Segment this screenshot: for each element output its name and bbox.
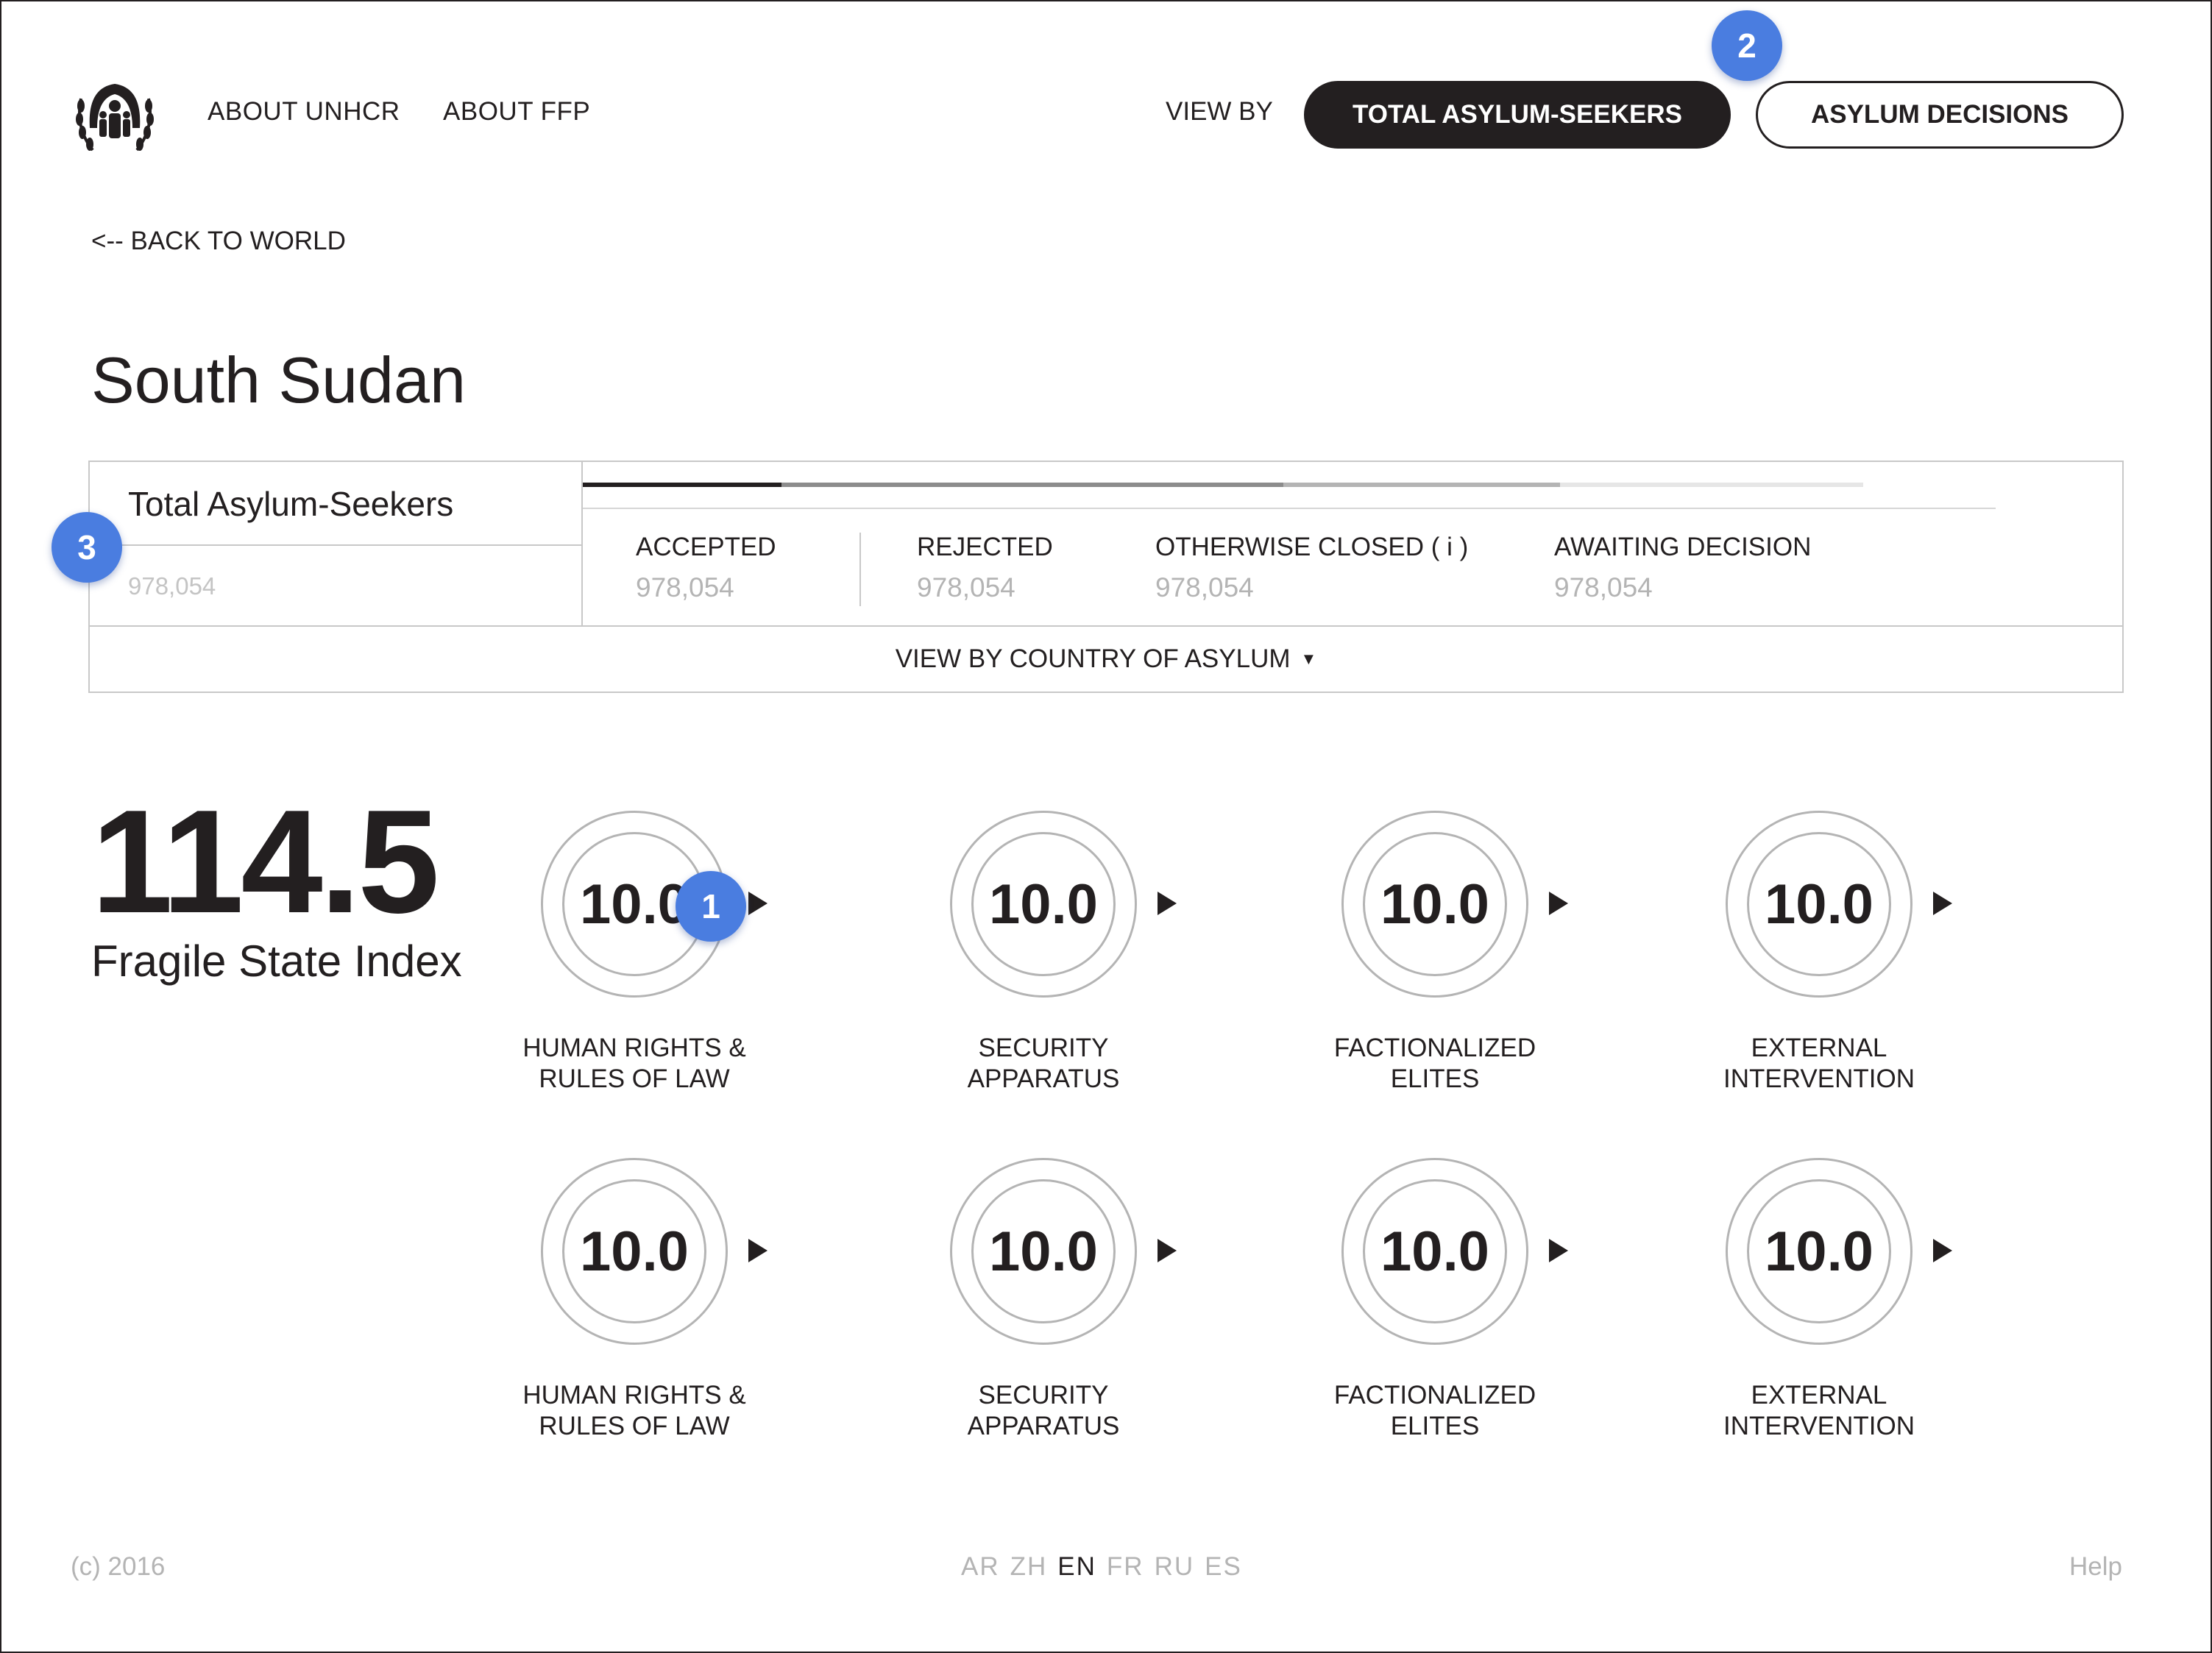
indicator-ring: 10.0 <box>541 1158 728 1345</box>
indicator-score: 10.0 <box>1747 1179 1891 1323</box>
stat-value: 978,054 <box>917 572 1015 602</box>
play-arrow-icon[interactable] <box>1549 892 1568 915</box>
play-arrow-icon[interactable] <box>1158 892 1177 915</box>
indicator-label: HUMAN RIGHTS & RULES OF LAW <box>522 1034 746 1093</box>
language-option-es[interactable]: ES <box>1205 1552 1242 1581</box>
stat-accepted: ACCEPTED 978,054 <box>636 533 776 603</box>
language-option-zh[interactable]: ZH <box>1010 1552 1048 1581</box>
indicator-label: FACTIONALIZED ELITES <box>1333 1381 1536 1440</box>
nav-about-unhcr[interactable]: ABOUT UNHCR <box>208 97 400 127</box>
indicator-score: 10.0 <box>1363 1179 1507 1323</box>
asylum-total-value: 978,054 <box>128 572 216 600</box>
indicator-ring: 10.0 <box>1341 1158 1528 1345</box>
language-option-en[interactable]: EN <box>1057 1552 1096 1581</box>
fsi-label: Fragile State Index <box>91 936 462 986</box>
step-marker-2: 2 <box>1712 10 1782 81</box>
indicator-label: SECURITY APPARATUS <box>967 1381 1120 1440</box>
indicator-label: SECURITY APPARATUS <box>967 1034 1120 1093</box>
stat-label: OTHERWISE CLOSED ( i ) <box>1155 533 1469 561</box>
indicator-label: HUMAN RIGHTS & RULES OF LAW <box>522 1381 746 1440</box>
step-marker-1: 1 <box>676 871 746 942</box>
indicator-ring: 10.0 <box>950 1158 1137 1345</box>
indicator-score: 10.0 <box>971 832 1116 976</box>
otherwise-closed-bar-segment <box>1283 483 1560 487</box>
indicator-label: FACTIONALIZED ELITES <box>1333 1034 1536 1093</box>
view-by-label: VIEW BY <box>1166 97 1273 126</box>
asylum-total-box: Total Asylum-Seekers 978,054 <box>90 462 583 625</box>
unhcr-logo-icon[interactable] <box>71 77 159 157</box>
fsi-indicator[interactable]: 10.0 HUMAN RIGHTS & RULES OF LAW <box>480 1158 789 1504</box>
fsi-indicator[interactable]: 10.0 HUMAN RIGHTS & RULES OF LAW <box>480 811 789 1156</box>
country-title: South Sudan <box>91 344 466 416</box>
indicator-ring: 10.0 <box>1726 1158 1913 1345</box>
fsi-indicator[interactable]: 10.0 SECURITY APPARATUS <box>889 1158 1198 1504</box>
fsi-indicator[interactable]: 10.0 SECURITY APPARATUS <box>889 811 1198 1156</box>
language-option-fr[interactable]: FR <box>1107 1552 1144 1581</box>
fsi-score: 114.5 <box>91 780 439 944</box>
play-arrow-icon[interactable] <box>1933 892 1952 915</box>
stat-awaiting-decision: AWAITING DECISION 978,054 <box>1554 533 1811 603</box>
stat-value: 978,054 <box>636 572 734 602</box>
fsi-indicator[interactable]: 10.0 EXTERNAL INTERVENTION <box>1665 1158 1974 1504</box>
back-to-world-link[interactable]: <-- BACK TO WORLD <box>91 227 346 256</box>
help-link[interactable]: Help <box>2069 1552 2122 1582</box>
divider <box>90 544 581 546</box>
asylum-panel-title: Total Asylum-Seekers <box>128 485 454 523</box>
total-asylum-seekers-toggle[interactable]: TOTAL ASYLUM-SEEKERS <box>1304 81 1731 149</box>
accepted-bar-segment <box>583 483 781 487</box>
language-switcher: AR ZH EN FR RU ES <box>961 1552 1252 1582</box>
view-by-country-dropdown[interactable]: VIEW BY COUNTRY OF ASYLUM ▼ <box>88 627 2124 693</box>
play-arrow-icon[interactable] <box>1158 1239 1177 1262</box>
stat-label: ACCEPTED <box>636 533 776 561</box>
indicator-score: 10.0 <box>1747 832 1891 976</box>
language-option-ar[interactable]: AR <box>961 1552 1000 1581</box>
asylum-decisions-toggle[interactable]: ASYLUM DECISIONS <box>1756 81 2124 149</box>
play-arrow-icon[interactable] <box>1933 1239 1952 1262</box>
stat-rejected: REJECTED 978,054 <box>917 533 1053 603</box>
play-arrow-icon[interactable] <box>1549 1239 1568 1262</box>
stat-value: 978,054 <box>1554 572 1653 602</box>
indicator-score: 10.0 <box>1363 832 1507 976</box>
divider <box>859 533 861 606</box>
language-option-ru[interactable]: RU <box>1155 1552 1195 1581</box>
indicator-score: 10.0 <box>562 1179 706 1323</box>
fsi-indicator[interactable]: 10.0 FACTIONALIZED ELITES <box>1280 811 1589 1156</box>
play-arrow-icon[interactable] <box>748 892 768 915</box>
indicator-ring: 10.0 <box>1726 811 1913 998</box>
indicator-ring: 10.0 <box>1341 811 1528 998</box>
indicator-ring: 10.0 <box>950 811 1137 998</box>
indicator-label: EXTERNAL INTERVENTION <box>1723 1381 1915 1440</box>
bar-baseline <box>583 508 1996 509</box>
rejected-bar-segment <box>781 483 1283 487</box>
indicator-score: 10.0 <box>971 1179 1116 1323</box>
stat-value: 978,054 <box>1155 572 1254 602</box>
fsi-indicator[interactable]: 10.0 FACTIONALIZED ELITES <box>1280 1158 1589 1504</box>
indicator-label: EXTERNAL INTERVENTION <box>1723 1034 1915 1093</box>
fsi-indicator[interactable]: 10.0 EXTERNAL INTERVENTION <box>1665 811 1974 1156</box>
stat-label: AWAITING DECISION <box>1554 533 1812 561</box>
stat-otherwise-closed[interactable]: OTHERWISE CLOSED ( i ) 978,054 <box>1155 533 1468 603</box>
caret-down-icon: ▼ <box>1300 650 1317 668</box>
step-marker-3: 3 <box>52 512 122 583</box>
play-arrow-icon[interactable] <box>748 1239 768 1262</box>
nav-about-ffp[interactable]: ABOUT FFP <box>443 97 590 127</box>
view-by-country-label: VIEW BY COUNTRY OF ASYLUM <box>895 644 1291 673</box>
copyright: (c) 2016 <box>71 1552 166 1581</box>
asylum-stats-panel: Total Asylum-Seekers 978,054 ACCEPTED 97… <box>88 461 2124 627</box>
stat-label: REJECTED <box>917 533 1053 561</box>
awaiting-decision-bar-segment <box>1560 483 1863 487</box>
